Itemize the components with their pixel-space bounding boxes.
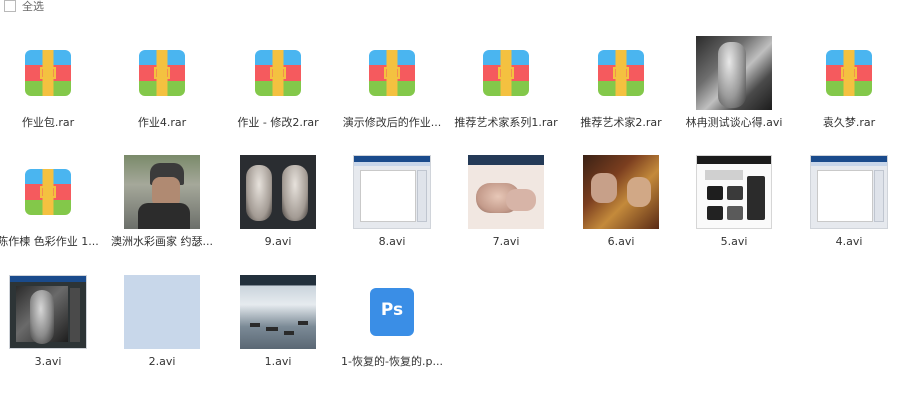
video-thumbnail bbox=[696, 36, 772, 110]
rar-archive-icon bbox=[598, 50, 644, 96]
file-item[interactable]: 8.avi bbox=[336, 153, 448, 277]
photoshop-file-icon: Ps bbox=[370, 288, 414, 336]
video-thumbnail bbox=[468, 155, 544, 229]
file-item[interactable]: 6.avi bbox=[565, 153, 677, 277]
select-all-checkbox[interactable] bbox=[4, 0, 16, 12]
file-name: 演示修改后的作业... bbox=[342, 116, 442, 129]
rar-archive-icon bbox=[25, 50, 71, 96]
file-name: 8.avi bbox=[378, 235, 406, 248]
file-name: 陈作楝 色彩作业 1... bbox=[0, 235, 99, 248]
file-item[interactable]: 5.avi bbox=[678, 153, 790, 277]
photoshop-icon-text: Ps bbox=[380, 300, 404, 320]
file-name: 4.avi bbox=[835, 235, 863, 248]
file-item[interactable]: 推荐艺术家系列1.rar bbox=[450, 34, 562, 158]
file-item[interactable]: 2.avi bbox=[106, 273, 218, 397]
video-thumbnail bbox=[353, 155, 431, 229]
video-thumbnail bbox=[240, 155, 316, 229]
rar-archive-icon bbox=[25, 169, 71, 215]
video-thumbnail bbox=[9, 275, 87, 349]
file-item[interactable]: 推荐艺术家2.rar bbox=[565, 34, 677, 158]
file-name: 推荐艺术家系列1.rar bbox=[454, 116, 558, 129]
video-thumbnail bbox=[124, 155, 200, 229]
rar-archive-icon bbox=[483, 50, 529, 96]
file-item[interactable]: 7.avi bbox=[450, 153, 562, 277]
file-item[interactable]: 陈作楝 色彩作业 1... bbox=[0, 153, 104, 277]
select-all-label: 全选 bbox=[22, 0, 44, 13]
video-thumbnail bbox=[240, 275, 316, 349]
file-name: 林冉测试谈心得.avi bbox=[685, 116, 783, 129]
file-item[interactable]: 作业包.rar bbox=[0, 34, 104, 158]
file-name: 2.avi bbox=[148, 355, 176, 368]
file-name: 7.avi bbox=[492, 235, 520, 248]
file-name: 3.avi bbox=[34, 355, 62, 368]
file-item[interactable]: 演示修改后的作业... bbox=[336, 34, 448, 158]
rar-archive-icon bbox=[369, 50, 415, 96]
rar-archive-icon bbox=[139, 50, 185, 96]
file-name: 作业包.rar bbox=[21, 116, 75, 129]
file-item[interactable]: 林冉测试谈心得.avi bbox=[678, 34, 790, 158]
video-thumbnail bbox=[124, 275, 200, 349]
file-name: 作业 - 修改2.rar bbox=[237, 116, 319, 129]
file-item[interactable]: 袁久梦.rar bbox=[793, 34, 900, 158]
file-name: 推荐艺术家2.rar bbox=[580, 116, 662, 129]
file-item[interactable]: 1.avi bbox=[222, 273, 334, 397]
file-item[interactable]: 作业4.rar bbox=[106, 34, 218, 158]
video-thumbnail bbox=[583, 155, 659, 229]
video-thumbnail bbox=[810, 155, 888, 229]
file-item[interactable]: 澳洲水彩画家 约瑟... bbox=[106, 153, 218, 277]
rar-archive-icon bbox=[255, 50, 301, 96]
file-name: 作业4.rar bbox=[137, 116, 187, 129]
file-name: 1.avi bbox=[264, 355, 292, 368]
file-name: 6.avi bbox=[607, 235, 635, 248]
rar-archive-icon bbox=[826, 50, 872, 96]
file-item[interactable]: 作业 - 修改2.rar bbox=[222, 34, 334, 158]
file-item[interactable]: 4.avi bbox=[793, 153, 900, 277]
file-item[interactable]: 3.avi bbox=[0, 273, 104, 397]
video-thumbnail bbox=[696, 155, 772, 229]
toolbar: 全选 bbox=[0, 0, 900, 14]
file-item[interactable]: 9.avi bbox=[222, 153, 334, 277]
file-name: 澳洲水彩画家 约瑟... bbox=[111, 235, 213, 248]
file-item[interactable]: Ps 1-恢复的-恢复的.p... bbox=[336, 273, 448, 397]
file-name: 袁久梦.rar bbox=[822, 116, 876, 129]
file-name: 1-恢复的-恢复的.p... bbox=[341, 355, 443, 368]
file-name: 9.avi bbox=[264, 235, 292, 248]
file-name: 5.avi bbox=[720, 235, 748, 248]
select-all[interactable]: 全选 bbox=[4, 0, 44, 14]
